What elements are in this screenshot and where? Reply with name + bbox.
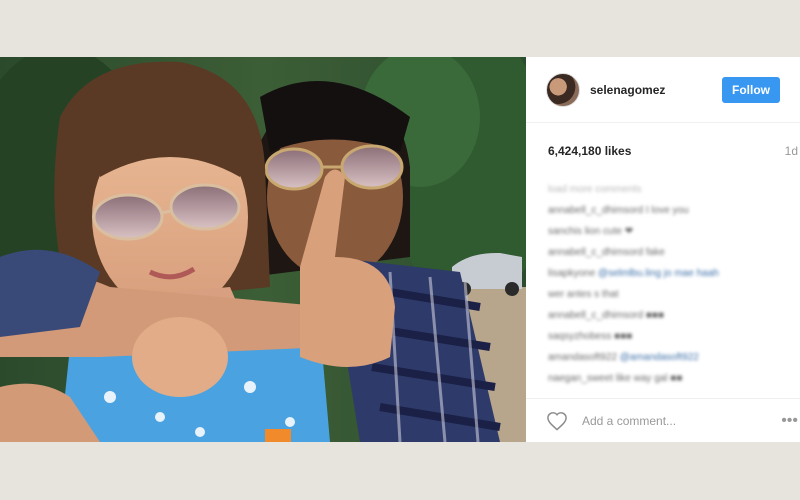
post-header: selenagomez Follow — [526, 57, 800, 123]
comment-user[interactable]: lisapkyone — [548, 268, 595, 279]
likes-row: 6,424,180 likes 1d — [526, 123, 800, 179]
list-item: saqsyzhobess ■■■ — [548, 326, 778, 347]
comment-footer: ••• — [526, 398, 800, 442]
post-photo[interactable] — [0, 57, 526, 442]
more-options-icon[interactable]: ••• — [770, 412, 800, 430]
avatar[interactable] — [546, 72, 580, 107]
likes-count[interactable]: 6,424,180 likes — [548, 144, 631, 158]
list-item: sanchis lion cute ❤ — [548, 221, 778, 242]
list-item: amandasoft922 @amandasoft922 — [548, 347, 778, 368]
comment-text: I love you — [645, 205, 689, 216]
post-age[interactable]: 1d — [785, 144, 800, 158]
add-comment-input[interactable] — [580, 412, 770, 429]
comment-user[interactable]: sanchis — [548, 226, 582, 237]
instagram-post: selenagomez Follow 6,424,180 likes 1d lo… — [0, 57, 800, 442]
heart-icon[interactable] — [546, 411, 568, 431]
comment-user[interactable]: annabell_c_dhimsord — [548, 310, 643, 321]
list-item: wer antes s that — [548, 284, 778, 305]
selfie-image — [0, 57, 526, 442]
username-link[interactable]: selenagomez — [590, 83, 722, 97]
comment-user[interactable]: annabell_c_dhimsord — [548, 205, 643, 216]
post-sidebar: selenagomez Follow 6,424,180 likes 1d lo… — [526, 57, 800, 442]
comment-text-continued: wer antes s that — [548, 289, 619, 300]
comment-text: ■■■ — [645, 310, 664, 321]
comment-text: fake — [645, 247, 665, 258]
comment-user[interactable]: naegan_sweet — [548, 373, 613, 384]
comment-text: lion cute ❤ — [584, 226, 634, 237]
comment-text: ■■■ — [614, 331, 633, 342]
comment-text[interactable]: @amandasoft922 — [620, 352, 699, 363]
comment-text[interactable]: @selmlbu.ling jo mae haah — [598, 268, 719, 279]
list-item: lisapkyone @selmlbu.ling jo mae haah — [548, 263, 778, 284]
list-item: annabell_c_dhimsord ■■■ — [548, 305, 778, 326]
comment-user[interactable]: saqsyzhobess — [548, 331, 611, 342]
list-item: annabell_c_dhimsord fake — [548, 242, 778, 263]
comment-user[interactable]: amandasoft922 — [548, 352, 617, 363]
follow-button[interactable]: Follow — [722, 76, 780, 103]
load-more-comments-link[interactable]: load more comments — [548, 179, 778, 200]
list-item: annabell_c_dhimsord I love you — [548, 200, 778, 221]
comment-user[interactable]: annabell_c_dhimsord — [548, 247, 643, 258]
comment-list: load more comments annabell_c_dhimsord I… — [526, 179, 800, 389]
list-item: naegan_sweet like way gal ■■ — [548, 368, 778, 389]
comment-text: like way gal ■■ — [615, 373, 683, 384]
